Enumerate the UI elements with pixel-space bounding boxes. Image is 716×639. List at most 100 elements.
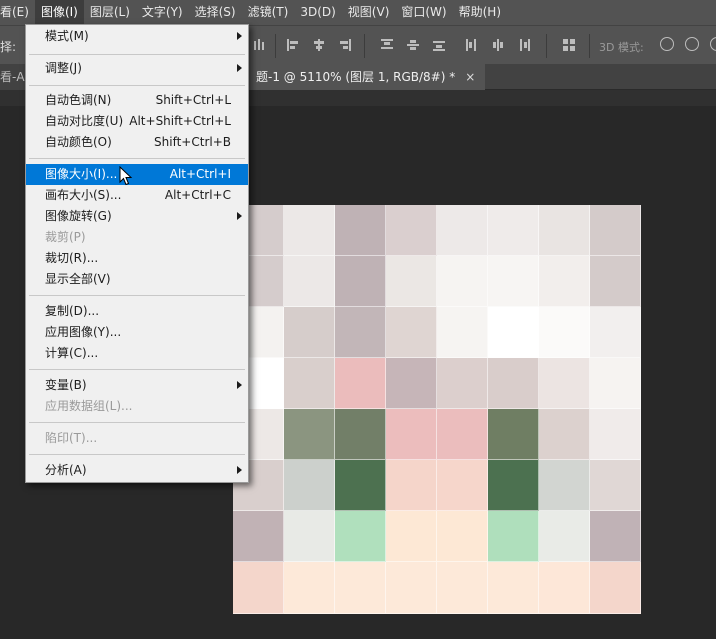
- canvas-pixel: [284, 307, 335, 358]
- canvas-pixel: [539, 307, 590, 358]
- menu-item-label: 图像大小(I)...: [45, 167, 118, 181]
- align-right-icon[interactable]: [339, 39, 351, 51]
- distribute-horizontal-center-icon[interactable]: [492, 39, 504, 51]
- canvas-pixel: [386, 409, 437, 460]
- canvas-pixel: [488, 358, 539, 409]
- menu-item-auto-color[interactable]: 自动颜色(O) Shift+Ctrl+B: [26, 132, 248, 153]
- menu-divider: [29, 54, 245, 55]
- menu-bar: 看(E) 图像(I) 图层(L) 文字(Y) 选择(S) 滤镜(T) 3D(D)…: [0, 0, 716, 25]
- menu-item-trim[interactable]: 裁切(R)...: [26, 248, 248, 269]
- canvas-pixel: [488, 307, 539, 358]
- canvas-pixel: [437, 409, 488, 460]
- toolbar-divider: [546, 34, 547, 58]
- menu-divider: [29, 454, 245, 455]
- menu-item-reveal-all[interactable]: 显示全部(V): [26, 269, 248, 290]
- canvas-pixel: [590, 205, 641, 256]
- tab-document-active[interactable]: 题-1 @ 5110% (图层 1, RGB/8#) * ×: [240, 64, 486, 90]
- canvas-pixel: [488, 409, 539, 460]
- menu-filter[interactable]: 滤镜(T): [242, 0, 295, 25]
- canvas-pixel: [284, 358, 335, 409]
- auto-align-icon[interactable]: [563, 39, 575, 51]
- menu-item-label: 模式(M): [45, 29, 89, 43]
- menu-divider: [29, 422, 245, 423]
- menu-view-partial[interactable]: 看(E): [0, 0, 35, 25]
- canvas-pixel: [335, 307, 386, 358]
- distribute-left-icon[interactable]: [466, 39, 478, 51]
- canvas-pixel: [590, 307, 641, 358]
- canvas-pixel: [437, 205, 488, 256]
- menu-layer[interactable]: 图层(L): [84, 0, 136, 25]
- menu-select[interactable]: 选择(S): [189, 0, 242, 25]
- menu-item-auto-contrast[interactable]: 自动对比度(U) Alt+Shift+Ctrl+L: [26, 111, 248, 132]
- canvas-image[interactable]: [233, 205, 641, 614]
- menu-item-label: 陷印(T)...: [45, 431, 98, 445]
- menu-item-calculations[interactable]: 计算(C)...: [26, 343, 248, 364]
- menu-window[interactable]: 窗口(W): [395, 0, 452, 25]
- menu-item-image-size[interactable]: 图像大小(I)... Alt+Ctrl+I: [26, 164, 248, 185]
- menu-item-label: 应用数据组(L)...: [45, 399, 133, 413]
- submenu-arrow-icon: [237, 381, 242, 389]
- distribute-bottom-icon[interactable]: [433, 39, 445, 51]
- distribute-right-icon[interactable]: [518, 39, 530, 51]
- close-icon[interactable]: ×: [465, 70, 475, 84]
- canvas-pixel: [539, 562, 590, 614]
- menu-item-trap: 陷印(T)...: [26, 428, 248, 449]
- menu-item-auto-tone[interactable]: 自动色调(N) Shift+Ctrl+L: [26, 90, 248, 111]
- canvas-pixel: [335, 562, 386, 614]
- menu-item-label: 画布大小(S)...: [45, 188, 122, 202]
- menu-item-apply-image[interactable]: 应用图像(Y)...: [26, 322, 248, 343]
- menu-image[interactable]: 图像(I): [34, 0, 84, 25]
- 3d-mode-label: 3D 模式:: [599, 41, 644, 54]
- canvas-pixel: [335, 460, 386, 511]
- align-horizontal-center-icon[interactable]: [313, 39, 325, 51]
- canvas-pixel: [539, 511, 590, 562]
- menu-item-adjust[interactable]: 调整(J): [26, 58, 248, 79]
- canvas-pixel: [437, 511, 488, 562]
- distribute-vertical-center-icon[interactable]: [407, 39, 419, 51]
- menu-item-apply-data-set: 应用数据组(L)...: [26, 396, 248, 417]
- align-left-icon[interactable]: [287, 39, 299, 51]
- menu-item-crop: 裁剪(P): [26, 227, 248, 248]
- menu-item-label: 显示全部(V): [45, 272, 111, 286]
- canvas-pixel: [386, 256, 437, 307]
- menu-divider: [29, 369, 245, 370]
- canvas-pixel: [386, 358, 437, 409]
- canvas-pixel: [284, 256, 335, 307]
- canvas-pixel: [488, 511, 539, 562]
- canvas-pixel: [539, 205, 590, 256]
- menu-help[interactable]: 帮助(H): [453, 0, 507, 25]
- canvas-pixel: [437, 562, 488, 614]
- menu-item-image-rotation[interactable]: 图像旋转(G): [26, 206, 248, 227]
- orbit-3d-icon[interactable]: [660, 37, 674, 51]
- menu-view[interactable]: 视图(V): [342, 0, 396, 25]
- menu-item-analysis[interactable]: 分析(A): [26, 460, 248, 481]
- canvas-pixel: [590, 409, 641, 460]
- menu-divider: [29, 158, 245, 159]
- drag-3d-icon[interactable]: [710, 37, 716, 51]
- canvas-pixel: [335, 256, 386, 307]
- roll-3d-icon[interactable]: [685, 37, 699, 51]
- canvas-pixel: [590, 460, 641, 511]
- menu-item-shortcut: Alt+Shift+Ctrl+L: [129, 114, 231, 128]
- menu-item-variables[interactable]: 变量(B): [26, 375, 248, 396]
- distribute-top-icon[interactable]: [381, 39, 393, 51]
- canvas-pixel: [488, 460, 539, 511]
- canvas-pixel: [233, 511, 284, 562]
- menu-item-mode[interactable]: 模式(M): [26, 26, 248, 47]
- canvas-pixel: [335, 205, 386, 256]
- canvas-pixel: [284, 562, 335, 614]
- canvas-pixel: [590, 511, 641, 562]
- canvas-pixel: [539, 358, 590, 409]
- menu-item-shortcut: Shift+Ctrl+B: [154, 135, 231, 149]
- mouse-cursor-icon: [119, 166, 133, 186]
- menu-3d[interactable]: 3D(D): [294, 0, 341, 25]
- menu-type[interactable]: 文字(Y): [136, 0, 189, 25]
- tab-title: 题-1 @ 5110% (图层 1, RGB/8#) *: [256, 70, 456, 84]
- menu-item-label: 裁切(R)...: [45, 251, 99, 265]
- menu-item-duplicate[interactable]: 复制(D)...: [26, 301, 248, 322]
- canvas-pixel: [590, 562, 641, 614]
- toolbar-divider: [589, 34, 590, 58]
- align-bars-icon[interactable]: [253, 39, 265, 51]
- menu-item-canvas-size[interactable]: 画布大小(S)... Alt+Ctrl+C: [26, 185, 248, 206]
- canvas-pixel: [488, 256, 539, 307]
